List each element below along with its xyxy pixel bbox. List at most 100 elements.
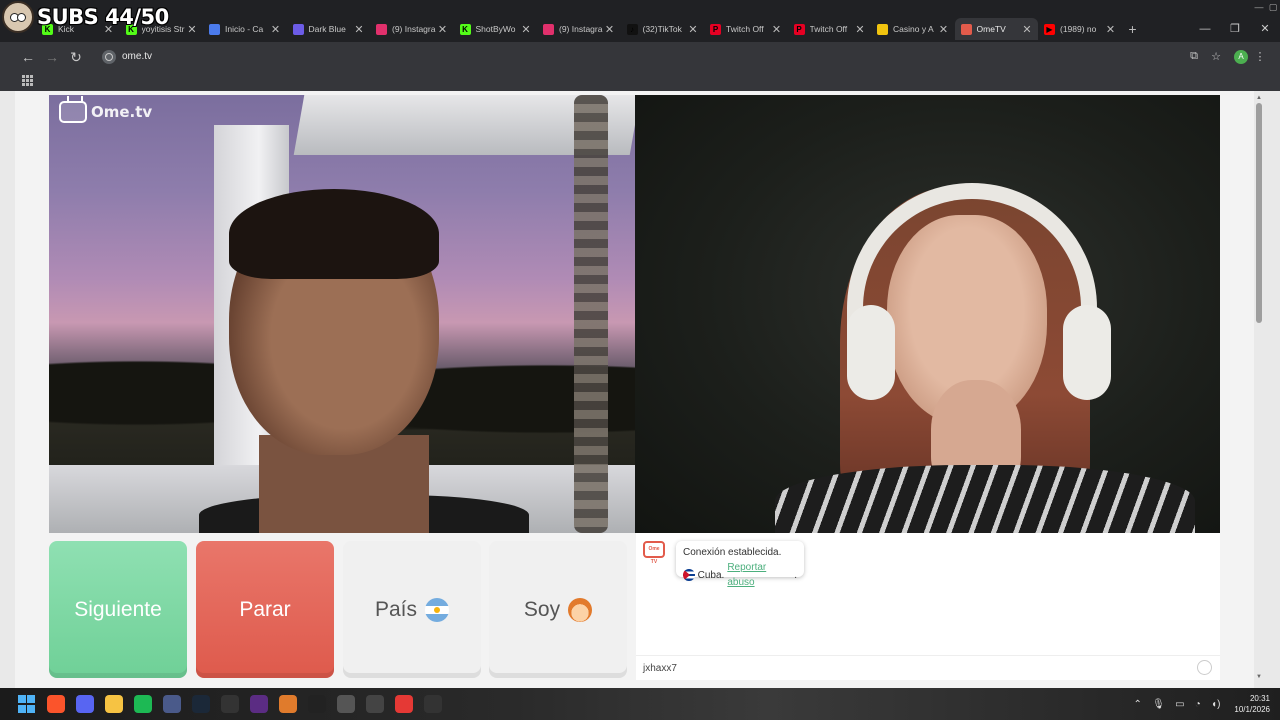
tab-favicon-icon: P: [710, 23, 721, 35]
browser-tab[interactable]: (9) Instagra ✕: [537, 18, 621, 40]
reload-button[interactable]: ↻: [64, 45, 88, 69]
tab-close-icon[interactable]: ✕: [772, 23, 782, 36]
wifi-icon[interactable]: ◔: [1195, 699, 1201, 710]
tv-icon: [59, 101, 87, 123]
tab-close-icon[interactable]: ✕: [271, 23, 281, 36]
ometv-system-icon: Ome TV: [643, 541, 665, 565]
tab-title: Twitch Off: [809, 24, 848, 34]
file-explorer-icon[interactable]: [104, 695, 123, 713]
address-bar[interactable]: ome.tv: [96, 46, 1164, 68]
browser-tab[interactable]: P Twitch Off ✕: [788, 18, 872, 40]
tab-title: (9) Instagra: [559, 24, 603, 34]
bookmarks-bar: [0, 71, 1280, 91]
minimize-button[interactable]: —: [1190, 18, 1220, 40]
gender-button-label: Soy: [523, 597, 561, 621]
app-icon[interactable]: [162, 695, 181, 713]
country-button[interactable]: País: [343, 541, 481, 678]
stream-overlay: SUBS 44/50: [0, 0, 169, 34]
system-message: Conexión establecida. Cuba. Reportar abu…: [676, 541, 804, 588]
restore-button[interactable]: ❐: [1220, 18, 1250, 40]
report-abuse-link[interactable]: Reportar abuso: [727, 560, 794, 590]
clock[interactable]: 20:31 10/1/2026: [1234, 693, 1270, 715]
emoji-icon[interactable]: [1197, 660, 1212, 675]
stop-button[interactable]: Parar: [196, 541, 334, 678]
app-icon-5[interactable]: [307, 695, 326, 713]
minimize-icon[interactable]: —: [1252, 0, 1266, 14]
browser-tab[interactable]: Casino y A ✕: [871, 18, 955, 40]
close-window-button[interactable]: ✕: [1250, 18, 1280, 40]
chat-input-value: jxhaxx7: [643, 662, 677, 674]
tab-close-icon[interactable]: ✕: [438, 23, 448, 36]
browser-tab[interactable]: (9) Instagra ✕: [370, 18, 454, 40]
tab-favicon-icon: [543, 23, 554, 35]
profile-avatar[interactable]: A: [1234, 49, 1248, 64]
forward-button[interactable]: →: [40, 45, 64, 69]
app-icon-2[interactable]: [220, 695, 239, 713]
tab-close-icon[interactable]: ✕: [605, 23, 615, 36]
scrollbar-thumb[interactable]: [1256, 103, 1262, 323]
clock-date: 10/1/2026: [1234, 705, 1270, 714]
partner-country: Cuba.: [697, 569, 725, 581]
tab-favicon-icon: ♪: [626, 23, 638, 35]
tab-title: Twitch Off: [726, 24, 764, 34]
bookmark-star-icon[interactable]: ☆: [1206, 50, 1226, 63]
browser-tab[interactable]: OmeTV ✕: [954, 18, 1038, 40]
install-app-icon[interactable]: ⧉: [1184, 50, 1204, 63]
windows-start-icon[interactable]: [18, 695, 36, 713]
window-controls: — ❐ ✕: [1190, 18, 1280, 40]
tab-close-icon[interactable]: ✕: [521, 23, 531, 36]
subs-counter: SUBS 44/50: [37, 5, 169, 29]
volume-icon[interactable]: ◖): [1211, 699, 1220, 710]
tray-chevron-icon[interactable]: ⌃: [1134, 699, 1142, 710]
tab-favicon-icon: K: [459, 23, 471, 35]
browser-tab[interactable]: Inicio - Ca ✕: [203, 18, 287, 40]
spotify-icon[interactable]: [133, 695, 152, 713]
ometv-logo: Ome.tv: [59, 101, 152, 123]
browser-tab[interactable]: Dark Blue ✕: [287, 18, 371, 40]
page-scrollbar[interactable]: ▲ ▼: [1255, 95, 1263, 680]
youtube-icon[interactable]: [394, 695, 413, 713]
country-button-label: País: [374, 597, 418, 621]
browser-tab[interactable]: ♪ (32)TikTok ✕: [621, 18, 705, 40]
tab-close-icon[interactable]: ✕: [354, 23, 364, 36]
menu-kebab-icon[interactable]: ⋮: [1250, 50, 1270, 63]
browser-tab[interactable]: P Twitch Off ✕: [704, 18, 788, 40]
brave-icon[interactable]: [46, 695, 65, 713]
steam-icon[interactable]: [191, 695, 210, 713]
clock-time: 20:31: [1249, 694, 1270, 703]
url-text: ome.tv: [122, 51, 153, 62]
ometv-page: ▲ ▼ Ome.tv Siguiente Parar País Soy Ome …: [0, 91, 1280, 702]
next-button[interactable]: Siguiente: [49, 541, 187, 678]
scroll-up-icon[interactable]: ▲: [1255, 95, 1263, 101]
stop-button-label: Parar: [239, 597, 291, 621]
site-info-icon[interactable]: [102, 49, 116, 64]
scroll-down-icon[interactable]: ▼: [1255, 674, 1263, 680]
app-icon-6[interactable]: [336, 695, 355, 713]
obs-icon[interactable]: [423, 695, 442, 713]
tab-close-icon[interactable]: ✕: [1022, 23, 1032, 36]
back-button[interactable]: ←: [16, 45, 40, 69]
tab-close-icon[interactable]: ✕: [855, 23, 865, 36]
network-icon[interactable]: ▭: [1175, 699, 1184, 710]
browser-tab[interactable]: K ShotByWo ✕: [454, 18, 538, 40]
discord-icon[interactable]: [75, 695, 94, 713]
tab-title: (1989) no: [1060, 24, 1097, 34]
tab-close-icon[interactable]: ✕: [688, 23, 698, 36]
gender-button[interactable]: Soy: [489, 541, 627, 678]
app-icon-4[interactable]: [278, 695, 297, 713]
app-icon-3[interactable]: [249, 695, 268, 713]
chat-input[interactable]: jxhaxx7: [636, 655, 1220, 680]
taskbar-icons: [12, 695, 447, 713]
tab-title: ShotByWo: [475, 24, 516, 34]
tab-favicon-icon: [877, 23, 888, 35]
apps-grid-icon[interactable]: [22, 75, 33, 86]
tab-close-icon[interactable]: ✕: [939, 23, 949, 36]
maximize-icon[interactable]: ▢: [1266, 0, 1280, 14]
chatgpt-icon[interactable]: [365, 695, 384, 713]
tab-close-icon[interactable]: ✕: [187, 23, 197, 36]
tab-close-icon[interactable]: ✕: [1106, 23, 1116, 36]
new-tab-button[interactable]: +: [1122, 18, 1144, 40]
browser-tab[interactable]: ▶ (1989) no ✕: [1038, 18, 1122, 40]
microphone-icon[interactable]: 🎙: [1152, 699, 1165, 710]
local-user-figure: [199, 189, 529, 533]
